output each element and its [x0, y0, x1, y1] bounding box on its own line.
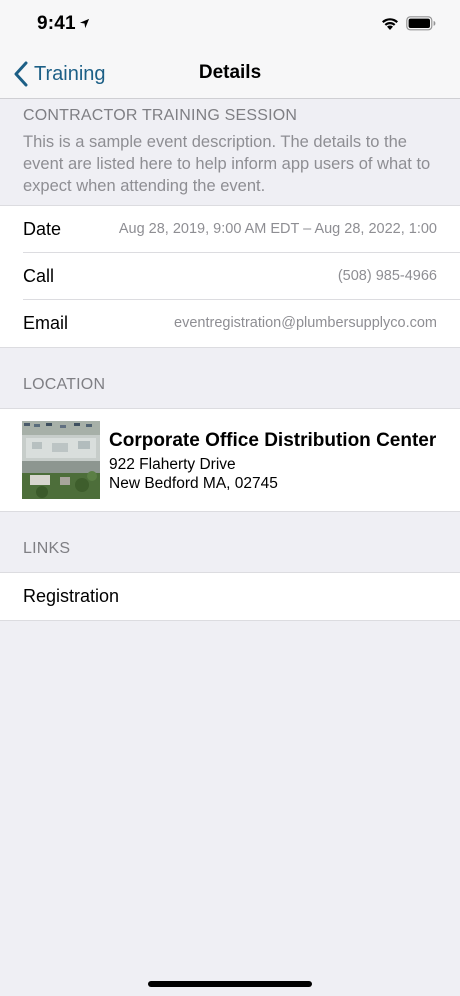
call-label: Call	[23, 266, 55, 286]
email-label: Email	[23, 313, 69, 333]
registration-label: Registration	[23, 586, 120, 606]
location-thumbnail	[22, 421, 100, 499]
email-value: eventregistration@plumbersupplyco.com	[174, 315, 437, 331]
links-section-header: LINKS	[23, 540, 71, 557]
location-cell[interactable]: Corporate Office Distribution Center 922…	[0, 408, 460, 512]
wifi-icon	[382, 18, 398, 30]
location-arrow-icon	[79, 18, 90, 29]
location-name: Corporate Office Distribution Center	[109, 430, 437, 451]
event-title: CONTRACTOR TRAINING SESSION	[23, 107, 298, 124]
call-row[interactable]: Call (508) 985-4966	[0, 253, 460, 300]
registration-link[interactable]: Registration	[0, 572, 460, 621]
navigation-bar: Training Details	[0, 48, 460, 99]
event-description: This is a sample event description. The …	[23, 133, 431, 195]
page-title: Details	[198, 62, 262, 83]
event-info-group: Date Aug 28, 2019, 9:00 AM EDT – Aug 28,…	[0, 205, 460, 348]
location-address-line1: 922 Flaherty Drive	[109, 456, 236, 473]
location-section-header: LOCATION	[23, 376, 106, 393]
status-bar: 9:41	[0, 0, 460, 48]
battery-icon	[406, 16, 436, 31]
email-row[interactable]: Email eventregistration@plumbersupplyco.…	[0, 300, 460, 347]
date-value: Aug 28, 2019, 9:00 AM EDT – Aug 28, 2022…	[118, 221, 437, 237]
date-label: Date	[23, 219, 62, 239]
date-row[interactable]: Date Aug 28, 2019, 9:00 AM EDT – Aug 28,…	[0, 206, 460, 253]
location-address-line2: New Bedford MA, 02745	[109, 475, 278, 492]
call-value: (508) 985-4966	[337, 268, 437, 284]
home-indicator[interactable]	[148, 981, 312, 987]
status-time: 9:41	[37, 13, 76, 34]
event-description-section: CONTRACTOR TRAINING SESSION This is a sa…	[0, 99, 460, 205]
